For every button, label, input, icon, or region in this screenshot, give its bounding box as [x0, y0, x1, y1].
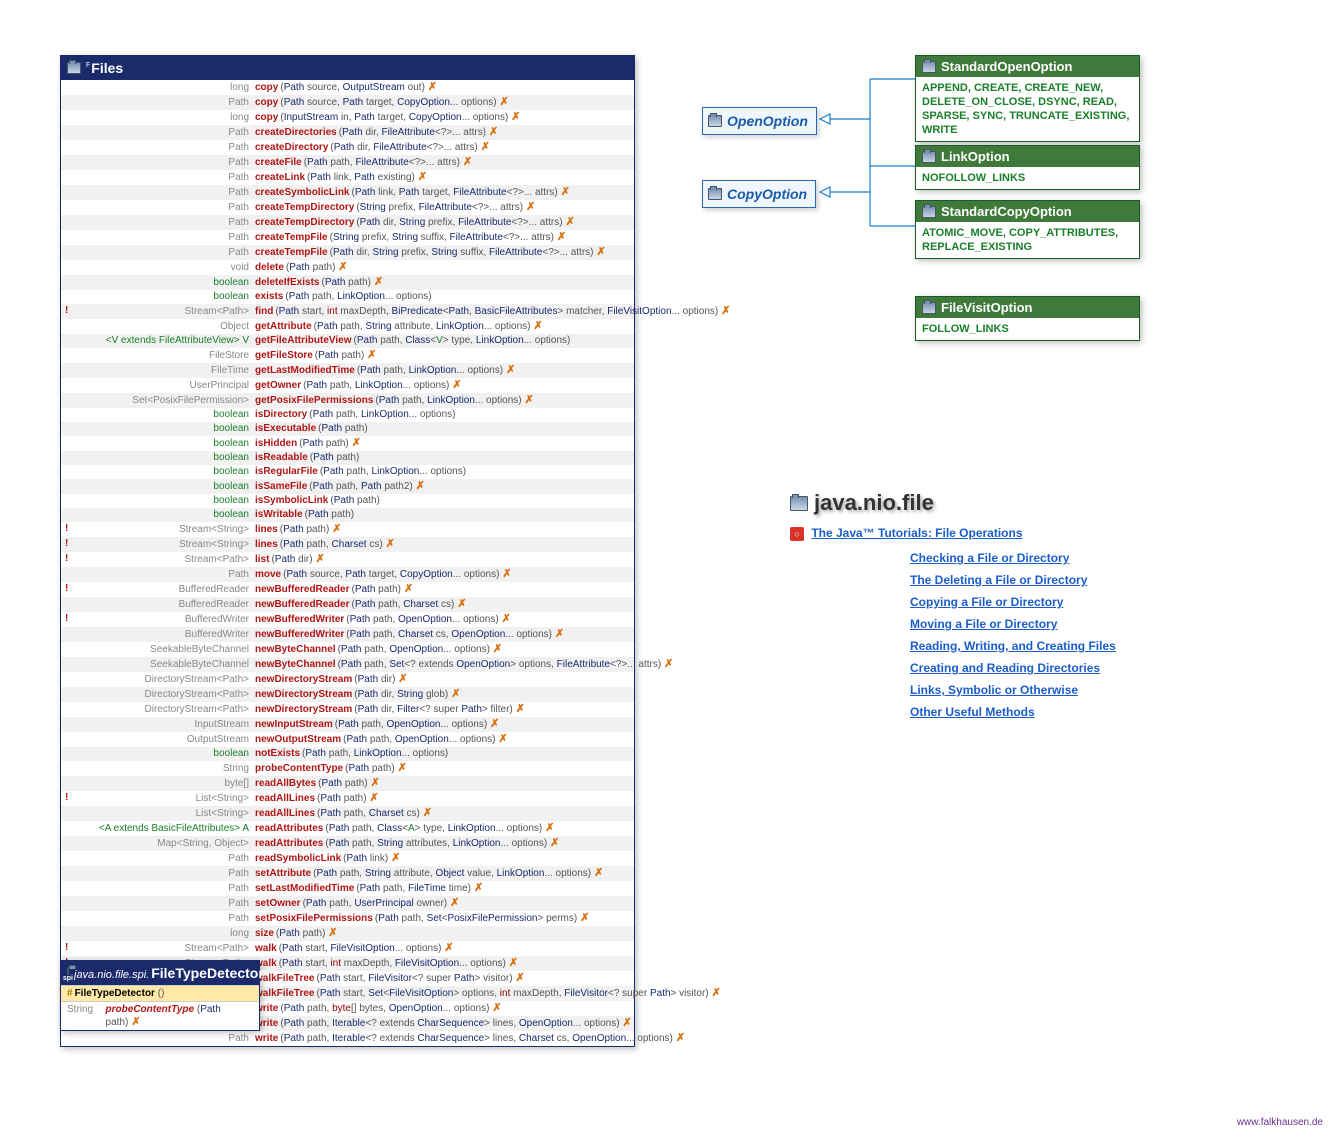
method-row: longsize(Path path)✗ — [61, 926, 634, 941]
method-row: DirectoryStream<Path>newDirectoryStream(… — [61, 687, 634, 702]
method-row: longcopy(InputStream in, Path target, Co… — [61, 110, 634, 125]
method-row: <A extends BasicFileAttributes> AreadAtt… — [61, 821, 634, 836]
method-row: PathsetAttribute(Path path, String attri… — [61, 866, 634, 881]
files-class-box: FFiles longcopy(Path source, OutputStrea… — [60, 55, 635, 1047]
method-row: Pathwrite(Path path, Iterable<? extends … — [61, 1031, 634, 1046]
method-row: !Stream<String>lines(Path path)✗ — [61, 522, 634, 537]
files-super: F — [86, 62, 90, 69]
method-row: PathsetOwner(Path path, UserPrincipal ow… — [61, 896, 634, 911]
tutorials-heading-link[interactable]: The Java™ Tutorials: File Operations — [811, 526, 1022, 540]
filetypedetector-box: spi java.nio.file.spi.FileTypeDetector #… — [60, 960, 260, 1031]
method-row: !Stream<Path>find(Path start, int maxDep… — [61, 304, 634, 319]
files-methods-list: longcopy(Path source, OutputStream out)✗… — [61, 80, 634, 1046]
method-row: SeekableByteChannelnewByteChannel(Path p… — [61, 642, 634, 657]
files-title: Files — [91, 60, 123, 76]
method-row: PathcreateTempFile(Path dir, String pref… — [61, 245, 634, 260]
method-row: booleanisReadable(Path path) — [61, 451, 634, 465]
footer-credit: www.falkhausen.de — [1237, 1117, 1323, 1128]
method-row: booleanisSameFile(Path path, Path path2)… — [61, 479, 634, 494]
method-row: booleanisWritable(Path path) — [61, 508, 634, 522]
ftd-method: String probeContentType (Path path)✗ — [61, 1002, 259, 1030]
method-row: DirectoryStream<Path>newDirectoryStream(… — [61, 672, 634, 687]
standardcopyoption-enum: StandardCopyOption ATOMIC_MOVE, COPY_ATT… — [915, 200, 1140, 259]
method-row: InputStreamnewInputStream(Path path, Ope… — [61, 717, 634, 732]
tutorial-link[interactable]: The Deleting a File or Directory — [910, 573, 1087, 587]
tutorial-link[interactable]: Reading, Writing, and Creating Files — [910, 639, 1116, 653]
method-row: Set<PosixFilePermission>getPosixFilePerm… — [61, 393, 634, 408]
method-row: booleanisDirectory(Path path, LinkOption… — [61, 408, 634, 422]
method-row: PathcreateSymbolicLink(Path link, Path t… — [61, 185, 634, 200]
folder-icon — [922, 151, 936, 163]
tutorial-link[interactable]: Copying a File or Directory — [910, 595, 1063, 609]
method-row: longcopy(Path source, OutputStream out)✗ — [61, 80, 634, 95]
folder-icon: spi — [67, 967, 69, 979]
method-row: DirectoryStream<Path>newDirectoryStream(… — [61, 702, 634, 717]
package-title: java.nio.file — [790, 490, 934, 516]
copyoption-interface: CopyOption — [702, 180, 816, 208]
method-row: PathcreateTempDirectory(String prefix, F… — [61, 200, 634, 215]
method-row: StringprobeContentType(Path path)✗ — [61, 761, 634, 776]
files-class-header: FFiles — [61, 56, 634, 80]
method-row: OutputStreamnewOutputStream(Path path, O… — [61, 732, 634, 747]
method-row: <V extends FileAttributeView> VgetFileAt… — [61, 334, 634, 348]
method-row: ObjectgetAttribute(Path path, String att… — [61, 319, 634, 334]
folder-icon — [67, 62, 81, 74]
method-row: PathcreateTempFile(String prefix, String… — [61, 230, 634, 245]
ftd-title: FileTypeDetector — [151, 965, 264, 981]
folder-icon — [708, 188, 722, 200]
tutorial-link[interactable]: Other Useful Methods — [910, 705, 1035, 719]
folder-icon — [922, 302, 936, 314]
method-row: Pathcopy(Path source, Path target, CopyO… — [61, 95, 634, 110]
method-row: !Stream<Path>walk(Path start, FileVisitO… — [61, 941, 634, 956]
tutorial-link[interactable]: Creating and Reading Directories — [910, 661, 1100, 675]
filevisitoption-enum: FileVisitOption FOLLOW_LINKS — [915, 296, 1140, 341]
method-row: UserPrincipalgetOwner(Path path, LinkOpt… — [61, 378, 634, 393]
method-row: booleanisRegularFile(Path path, LinkOpti… — [61, 465, 634, 479]
method-row: booleanexists(Path path, LinkOption... o… — [61, 290, 634, 304]
method-row: !List<String>readAllLines(Path path)✗ — [61, 791, 634, 806]
method-row: PathcreateLink(Path link, Path existing)… — [61, 170, 634, 185]
method-row: booleannotExists(Path path, LinkOption..… — [61, 747, 634, 761]
method-row: BufferedWriternewBufferedWriter(Path pat… — [61, 627, 634, 642]
tutorial-link[interactable]: Links, Symbolic or Otherwise — [910, 683, 1078, 697]
method-row: BufferedReadernewBufferedReader(Path pat… — [61, 597, 634, 612]
method-row: voiddelete(Path path)✗ — [61, 260, 634, 275]
oracle-icon: ○ — [790, 527, 804, 541]
tutorials-heading: ○ The Java™ Tutorials: File Operations — [790, 526, 1023, 541]
openoption-interface: OpenOption — [702, 107, 817, 135]
method-row: SeekableByteChannelnewByteChannel(Path p… — [61, 657, 634, 672]
tutorial-link[interactable]: Moving a File or Directory — [910, 617, 1057, 631]
ftd-pkg: java.nio.file.spi. — [74, 969, 149, 981]
method-row: !Stream<String>lines(Path path, Charset … — [61, 537, 634, 552]
method-row: PathsetPosixFilePermissions(Path path, S… — [61, 911, 634, 926]
method-row: booleanisSymbolicLink(Path path) — [61, 494, 634, 508]
folder-icon — [922, 206, 936, 218]
method-row: FileTimegetLastModifiedTime(Path path, L… — [61, 363, 634, 378]
method-row: !BufferedWriternewBufferedWriter(Path pa… — [61, 612, 634, 627]
method-row: !BufferedReadernewBufferedReader(Path pa… — [61, 582, 634, 597]
method-row: PathcreateTempDirectory(Path dir, String… — [61, 215, 634, 230]
ftd-constructor: #FileTypeDetector () — [61, 985, 259, 1002]
method-row: Map<String, Object>readAttributes(Path p… — [61, 836, 634, 851]
standardopenoption-enum: StandardOpenOption APPEND, CREATE, CREAT… — [915, 55, 1140, 142]
folder-icon — [790, 496, 808, 511]
method-row: PathreadSymbolicLink(Path link)✗ — [61, 851, 634, 866]
method-row: PathcreateFile(Path path, FileAttribute<… — [61, 155, 634, 170]
method-row: List<String>readAllLines(Path path, Char… — [61, 806, 634, 821]
method-row: booleanisHidden(Path path)✗ — [61, 436, 634, 451]
linkoption-enum: LinkOption NOFOLLOW_LINKS — [915, 145, 1140, 190]
method-row: byte[]readAllBytes(Path path)✗ — [61, 776, 634, 791]
method-row: Pathmove(Path source, Path target, CopyO… — [61, 567, 634, 582]
method-row: !Stream<Path>list(Path dir)✗ — [61, 552, 634, 567]
ftd-header: spi java.nio.file.spi.FileTypeDetector — [61, 961, 259, 985]
method-row: FileStoregetFileStore(Path path)✗ — [61, 348, 634, 363]
method-row: booleandeleteIfExists(Path path)✗ — [61, 275, 634, 290]
folder-icon — [922, 61, 936, 73]
method-row: PathsetLastModifiedTime(Path path, FileT… — [61, 881, 634, 896]
method-row: booleanisExecutable(Path path) — [61, 422, 634, 436]
method-row: PathcreateDirectory(Path dir, FileAttrib… — [61, 140, 634, 155]
tutorial-link[interactable]: Checking a File or Directory — [910, 551, 1069, 565]
folder-icon — [708, 115, 722, 127]
method-row: PathcreateDirectories(Path dir, FileAttr… — [61, 125, 634, 140]
